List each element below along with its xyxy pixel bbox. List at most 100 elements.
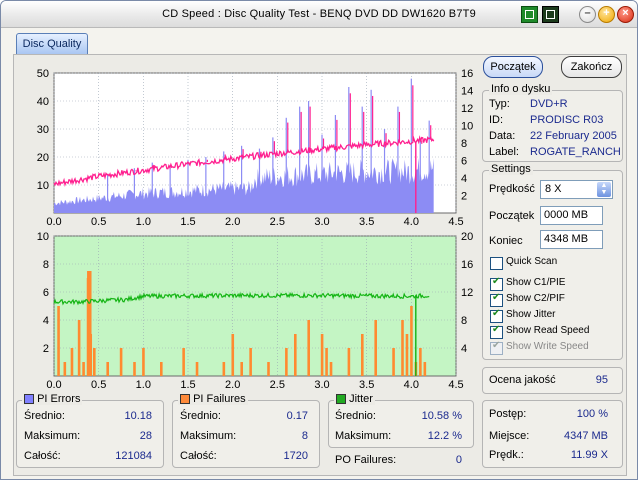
y-left-tick-label: 10 <box>37 180 49 192</box>
position-value: 4347 MB <box>563 430 608 442</box>
disc-label-value: ROGATE_RANCH <box>530 146 621 158</box>
disc-label-label: Label: <box>489 146 519 158</box>
pif-total-label: Całość: <box>180 450 217 462</box>
speed-select[interactable]: 8 X ▲ ▼ <box>540 180 613 199</box>
disc-info-title: Info o dysku <box>489 83 553 95</box>
quick-scan-checkbox[interactable] <box>490 257 503 270</box>
y-right-tick-label: 2 <box>461 191 467 203</box>
pif-bar <box>285 348 288 376</box>
pif-bar <box>361 334 364 376</box>
x-tick-label: 1.5 <box>180 216 195 228</box>
speed-readout-label: Prędk.: <box>489 449 524 461</box>
y-right-tick-label: 14 <box>461 86 473 98</box>
pif-bar <box>374 320 377 376</box>
start-position-input[interactable]: 0000 MB <box>540 206 603 225</box>
dropdown-arrow-icon[interactable]: ▲ ▼ <box>597 182 611 197</box>
pif-bar <box>222 362 226 376</box>
pif-max-label: Maksimum: <box>180 430 237 442</box>
disc-id-label: ID: <box>489 114 504 126</box>
pif-bar <box>133 362 136 376</box>
jitter-legend: Jitter <box>334 393 375 405</box>
pif-bar <box>320 334 324 376</box>
end-position-input[interactable]: 4348 MB <box>540 230 603 249</box>
pif-bar <box>160 362 163 376</box>
pif-bar <box>231 334 235 376</box>
pif-bar <box>347 348 351 376</box>
y-left-tick-label: 6 <box>43 287 49 299</box>
y-left-tick-label: 20 <box>37 152 49 164</box>
x-tick-label: 1.0 <box>136 379 151 391</box>
jitter-avg-value: 10.58 % <box>421 410 462 422</box>
y-right-tick-label: 12 <box>461 287 473 299</box>
x-tick-label: 3.0 <box>314 216 329 228</box>
show-pif-label: Show C2/PIF <box>506 293 565 304</box>
pif-bar <box>325 348 328 376</box>
y-left-tick-label: 40 <box>37 96 49 108</box>
show-jitter-checkbox[interactable] <box>490 308 503 323</box>
jitter-swatch-icon <box>336 394 346 405</box>
position-label: Miejsce: <box>489 430 530 442</box>
pif-bar <box>249 348 252 376</box>
disc-type-label: Typ: <box>489 98 510 110</box>
end-button[interactable]: Zakończ <box>561 56 622 78</box>
pif-bar <box>119 348 123 376</box>
y-right-tick-label: 20 <box>461 231 473 243</box>
pif-peak-bar <box>87 271 92 376</box>
disc-type-value: DVD+R <box>530 98 568 110</box>
show-pif-checkbox[interactable] <box>490 292 503 307</box>
pi-failures-title: PI Failures <box>193 393 246 405</box>
pie-max-value: 28 <box>139 430 152 442</box>
pif-bar <box>182 348 185 376</box>
y-left-tick-label: 10 <box>37 231 49 243</box>
pie-avg-label: Średnio: <box>24 410 65 422</box>
y-right-tick-label: 16 <box>461 68 473 80</box>
quality-score: 95 <box>595 374 608 386</box>
x-tick-label: 2.0 <box>225 216 240 228</box>
start-position-label: Początek <box>489 210 535 222</box>
pif-bar <box>307 320 310 376</box>
speed-readout-value: 11.99 X <box>570 449 608 461</box>
pif-bar <box>392 348 395 376</box>
x-tick-label: 4.5 <box>448 216 463 228</box>
pif-avg-value: 0.17 <box>286 410 308 422</box>
show-read-speed-label: Show Read Speed <box>506 325 590 336</box>
start-button[interactable]: Początek <box>483 56 543 78</box>
y-right-tick-label: 12 <box>461 103 473 115</box>
x-tick-label: 3.5 <box>359 379 374 391</box>
y-left-tick-label: 50 <box>37 68 49 80</box>
y-right-tick-label: 4 <box>461 343 467 355</box>
show-read-speed-checkbox[interactable] <box>490 324 503 339</box>
speed-label: Prędkość <box>489 183 535 195</box>
pif-avg-label: Średnio: <box>180 410 221 422</box>
pif-bar <box>267 362 270 376</box>
show-pie-label: Show C1/PIE <box>506 277 566 288</box>
y-right-tick-label: 10 <box>461 121 473 133</box>
x-tick-label: 0.5 <box>91 379 106 391</box>
x-tick-label: 2.5 <box>270 216 285 228</box>
pi-errors-swatch-icon <box>24 394 34 405</box>
pif-bar <box>82 362 85 376</box>
pif-bar <box>57 306 60 376</box>
pif-bar <box>77 320 81 376</box>
pi-failures-chart: 0.0 0.5 1.0 1.5 2.0 2.5 3.0 3.5 4.0 4.5 2 4 6 8 10 4 8 12… <box>37 231 474 391</box>
x-tick-label: 0.0 <box>46 216 61 228</box>
po-failures-value: 0 <box>455 454 462 466</box>
pie-total-value: 121084 <box>115 450 152 462</box>
y-left-tick-label: 4 <box>43 315 49 327</box>
pi-errors-legend: PI Errors <box>22 393 83 405</box>
pif-bar <box>142 348 145 376</box>
y-right-tick-label: 8 <box>461 315 467 327</box>
jitter-avg-label: Średnio: <box>335 410 376 422</box>
show-pie-checkbox[interactable] <box>490 276 503 291</box>
y-right-tick-label: 8 <box>461 138 467 150</box>
y-right-tick-label: 16 <box>461 259 473 271</box>
disc-date-label: Data: <box>489 130 516 142</box>
pi-errors-title: PI Errors <box>37 393 81 405</box>
jitter-title: Jitter <box>349 393 373 405</box>
show-write-speed-checkbox <box>490 340 503 355</box>
jitter-max-value: 12.2 % <box>427 430 462 442</box>
pif-bar <box>93 348 96 376</box>
x-tick-label: 4.0 <box>404 216 419 228</box>
disc-date-value: 22 February 2005 <box>530 130 617 142</box>
x-tick-label: 0.0 <box>46 379 61 391</box>
